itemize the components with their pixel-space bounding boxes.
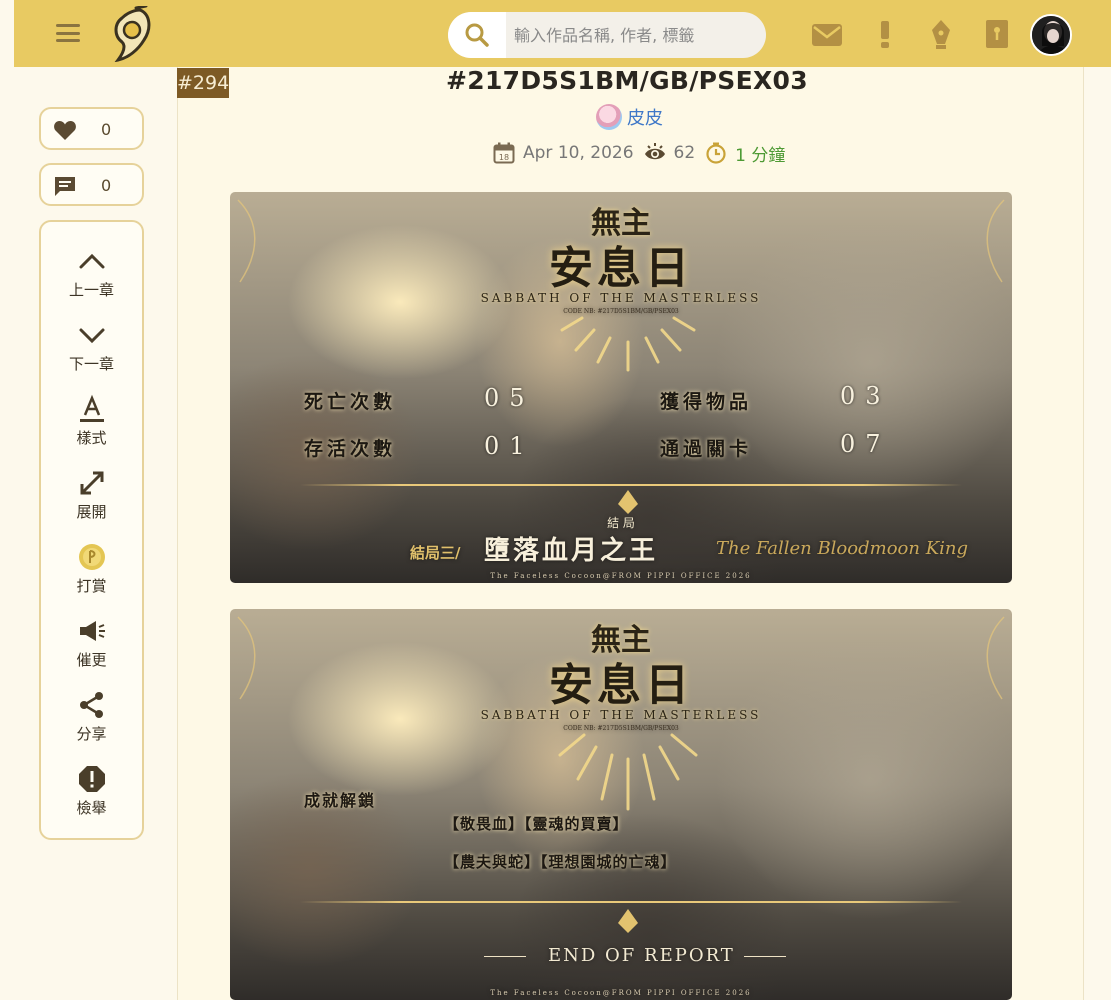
stat-value-survivals: 01 [484,432,535,460]
pen-icon[interactable] [924,18,958,50]
chevron-up-icon [79,253,104,269]
search-button[interactable] [448,12,506,58]
author-name[interactable]: 皮皮 [627,104,663,130]
prev-chapter-label: 上一章 [68,281,114,299]
expand-button[interactable]: 展開 [41,468,142,522]
achievement-line-1: 【敬畏血】【靈魂的買賣】 [444,815,629,833]
stat-value-stages: 07 [840,430,891,458]
end-of-report-label: END OF REPORT [548,945,735,966]
svg-text:18: 18 [499,153,509,162]
ending-title-en: The Fallen Bloodmoon King [716,538,969,559]
view-count: 62 [673,143,696,163]
banner-footer: The Faceless Cocoon@FROM PIPPI OFFICE 20… [490,572,752,580]
ending-title: 墮落血月之王 [484,536,659,566]
expand-icon [80,471,103,495]
urge-update-label: 催更 [76,651,107,669]
heart-icon [54,121,76,140]
expand-label: 展開 [76,503,107,521]
stat-value-deaths: 05 [484,384,535,412]
search-box[interactable] [448,12,766,58]
share-button[interactable]: 分享 [41,690,142,744]
site-logo[interactable] [110,4,154,63]
stat-label-stages: 通過關卡 [660,438,753,460]
like-button[interactable]: 0 [39,107,144,150]
megaphone-icon [79,621,105,641]
comment-count: 0 [101,176,112,195]
notification-icon[interactable] [868,18,902,50]
tip-button[interactable]: 打賞 [41,542,142,596]
text-style-icon [79,394,104,422]
clock-icon [706,142,726,164]
report-button[interactable]: 檢舉 [41,764,142,818]
report-label: 檢舉 [76,799,107,817]
notebook-icon[interactable] [980,18,1014,50]
banner-footer: The Faceless Cocoon@FROM PIPPI OFFICE 20… [490,989,752,997]
tip-label: 打賞 [76,577,107,595]
publish-date: Apr 10, 2026 [523,143,634,163]
chevron-down-icon [79,328,104,344]
chapter-toolbox: 上一章 下一章 樣式 展開 打賞 催更 分享 檢舉 [39,220,144,840]
search-icon [465,23,489,47]
chapter-number-badge: #294 [177,68,229,98]
like-count: 0 [101,120,112,139]
game-subtitle: SABBATH OF THE MASTERLESS [480,708,762,722]
next-chapter-label: 下一章 [68,355,114,373]
search-input[interactable] [506,12,761,58]
game-code: CODE NB: #217D5S1BM/GB/PSEX03 [563,308,679,315]
achievement-line-2: 【農夫與蛇】【理想園城的亡魂】 [444,853,677,871]
game-logo-main: 安息日 [549,660,693,711]
game-logo-main: 安息日 [549,243,693,294]
menu-icon[interactable] [56,24,80,42]
chapter-meta: 18 Apr 10, 2026 62 1 分鐘 [493,140,785,166]
end-report-rule-right [744,956,786,957]
stat-label-survivals: 存活次數 [304,438,397,460]
stat-value-items: 03 [840,382,891,410]
style-button[interactable]: 樣式 [41,394,142,448]
banner-divider [300,484,962,486]
calendar-icon: 18 [493,142,515,164]
report-icon [78,766,105,792]
style-label: 樣式 [76,429,107,447]
user-avatar[interactable] [1030,14,1072,56]
eye-icon [644,143,665,160]
ending-heading: 結 局 [607,516,635,530]
report-image-stats: 無主 安息日 SABBATH OF THE MASTERLESS CODE NB… [230,192,1012,583]
coin-icon [78,544,105,570]
chapter-title: #217D5S1BM/GB/PSEX03 [446,66,808,95]
author-link[interactable]: 皮皮 [596,102,663,132]
share-icon [79,692,103,718]
urge-update-button[interactable]: 催更 [41,616,142,670]
game-code: CODE NB: #217D5S1BM/GB/PSEX03 [563,725,679,732]
next-chapter-button[interactable]: 下一章 [41,320,142,374]
ending-prefix: 結局三/ [410,544,461,562]
stat-label-items: 獲得物品 [660,391,753,413]
comment-icon [55,177,75,196]
banner-divider [300,901,962,903]
mail-icon[interactable] [810,18,844,50]
author-avatar [596,104,622,130]
game-subtitle: SABBATH OF THE MASTERLESS [480,291,762,305]
read-time: 1 分鐘 [735,145,786,166]
achievement-label: 成就解鎖 [304,791,377,810]
comment-button[interactable]: 0 [39,163,144,206]
report-image-achievements: 無主 安息日 SABBATH OF THE MASTERLESS CODE NB… [230,609,1012,1000]
stat-label-deaths: 死亡次數 [304,391,397,413]
prev-chapter-button[interactable]: 上一章 [41,246,142,300]
end-report-rule-left [484,956,526,957]
share-label: 分享 [76,725,107,743]
